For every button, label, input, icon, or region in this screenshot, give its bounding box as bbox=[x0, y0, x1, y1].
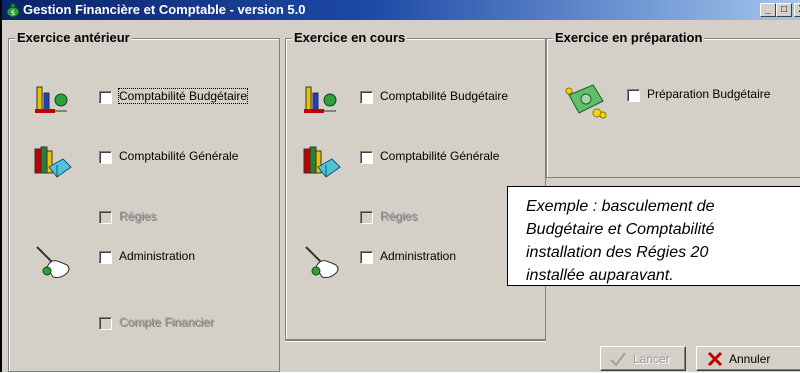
books-icon bbox=[303, 146, 341, 178]
option-regies: Régies bbox=[302, 205, 502, 229]
minimize-button[interactable]: _ bbox=[760, 3, 776, 17]
window-title: Gestion Financière et Comptable - versio… bbox=[23, 2, 306, 17]
checkbox[interactable] bbox=[99, 151, 112, 164]
title-bar[interactable]: $ Gestion Financière et Comptable - vers… bbox=[2, 0, 800, 20]
checkbox[interactable] bbox=[627, 89, 640, 102]
group-label: Exercice en préparation bbox=[553, 30, 705, 45]
option-label: Comptabilité Générale bbox=[119, 149, 239, 163]
checkbox[interactable] bbox=[360, 91, 373, 104]
button-bar-separator bbox=[285, 340, 546, 373]
option-compte-financier: Compte Financier bbox=[33, 311, 273, 335]
group-label: Exercice antérieur bbox=[15, 30, 132, 45]
group-exercice-en-preparation: Exercice en préparation Préparation Budg… bbox=[546, 30, 800, 178]
checkbox[interactable] bbox=[99, 251, 112, 264]
cancel-x-icon bbox=[707, 351, 723, 367]
hand-pointer-icon bbox=[36, 246, 70, 278]
maximize-icon: □ bbox=[780, 4, 788, 15]
checkbox[interactable] bbox=[360, 251, 373, 264]
option-label: Compte Financier bbox=[119, 315, 214, 329]
close-button[interactable]: X bbox=[794, 3, 800, 17]
option-label: Préparation Budgétaire bbox=[647, 87, 771, 101]
group-label: Exercice en cours bbox=[292, 30, 408, 45]
money-icon bbox=[565, 84, 607, 119]
option-label: Comptabilité Budgétaire bbox=[380, 89, 509, 103]
option-regies: Régies bbox=[33, 205, 273, 229]
option-comptabilite-budgetaire[interactable]: Comptabilité Budgétaire bbox=[33, 85, 273, 113]
annotation-callout: Exemple : basculement de Budgétaire et C… bbox=[507, 186, 800, 286]
maximize-button[interactable]: □ bbox=[776, 3, 792, 17]
checkmark-icon bbox=[610, 352, 626, 367]
checkbox bbox=[99, 211, 112, 224]
hand-pointer-icon bbox=[305, 246, 339, 278]
option-comptabilite-generale[interactable]: Comptabilité Générale bbox=[302, 145, 542, 178]
option-comptabilite-generale[interactable]: Comptabilité Générale bbox=[33, 145, 273, 178]
minimize-icon: _ bbox=[765, 4, 771, 15]
option-label: Régies bbox=[119, 209, 157, 223]
checkbox bbox=[360, 211, 373, 224]
budget-scale-icon bbox=[35, 86, 68, 113]
annuler-button[interactable]: Annuler bbox=[696, 346, 800, 371]
option-label: Comptabilité Générale bbox=[380, 149, 500, 163]
lancer-label: Lancer bbox=[633, 352, 670, 366]
group-exercice-anterieur: Exercice antérieur Comptabilité Budgétai… bbox=[8, 30, 280, 372]
annuler-label: Annuler bbox=[729, 352, 771, 366]
option-preparation-budgetaire[interactable]: Préparation Budgétaire bbox=[563, 83, 800, 119]
checkbox[interactable] bbox=[99, 91, 112, 104]
option-administration[interactable]: Administration bbox=[33, 245, 273, 278]
svg-text:$: $ bbox=[11, 9, 15, 17]
budget-scale-icon bbox=[304, 86, 337, 113]
callout-text: Exemple : basculement de Budgétaire et C… bbox=[526, 198, 715, 284]
checkbox[interactable] bbox=[360, 151, 373, 164]
checkbox bbox=[99, 317, 112, 330]
option-label: Régies bbox=[380, 209, 418, 223]
option-label: Comptabilité Budgétaire bbox=[117, 88, 249, 104]
application-window: $ Gestion Financière et Comptable - vers… bbox=[0, 0, 800, 372]
option-label: Administration bbox=[380, 249, 457, 263]
option-label: Administration bbox=[119, 249, 196, 263]
option-administration[interactable]: Administration bbox=[302, 245, 502, 278]
books-icon bbox=[34, 146, 72, 178]
lancer-button[interactable]: Lancer bbox=[600, 346, 686, 371]
option-comptabilite-budgetaire[interactable]: Comptabilité Budgétaire bbox=[302, 85, 542, 113]
money-bag-icon: $ bbox=[6, 3, 20, 17]
